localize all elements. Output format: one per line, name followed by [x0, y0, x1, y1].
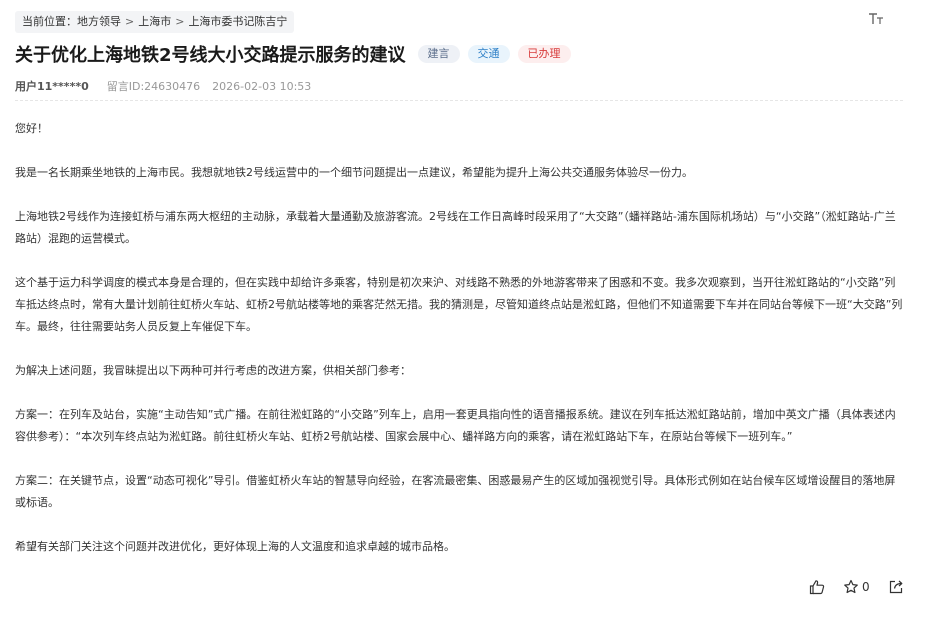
paragraph-proposal-intro: 为解决上述问题，我冒昧提出以下两种可并行考虑的改进方案，供相关部门参考：	[15, 364, 411, 377]
tag-topic: 交通	[467, 45, 510, 63]
breadcrumb-separator: >	[175, 15, 185, 28]
thumbs-up-icon	[809, 579, 825, 595]
divider	[15, 100, 903, 101]
breadcrumb-item-local-leaders[interactable]: 地方领导	[77, 15, 121, 28]
share-button[interactable]	[888, 579, 904, 595]
title-row: 关于优化上海地铁2号线大小交路提示服务的建议 建言 交通 已办理	[15, 40, 579, 68]
star-icon	[843, 579, 859, 595]
page-title: 关于优化上海地铁2号线大小交路提示服务的建议	[15, 45, 406, 66]
paragraph-intro: 我是一名长期乘坐地铁的上海市民。我想就地铁2号线运营中的一个细节问题提出一点建议…	[15, 166, 693, 179]
author-name: 用户11*****0	[15, 80, 89, 93]
post-datetime: 2026-02-03 10:53	[212, 79, 312, 93]
text-size-icon[interactable]	[866, 12, 886, 32]
favorite-button[interactable]: 0	[843, 579, 870, 595]
status-badge: 已办理	[517, 45, 571, 63]
post-actions: 0	[809, 576, 922, 598]
breadcrumb: 当前位置：地方领导 > 上海市 > 上海市委书记陈吉宁	[15, 11, 295, 33]
breadcrumb-prefix: 当前位置：	[22, 15, 77, 28]
paragraph-greeting: 您好！	[15, 122, 48, 135]
breadcrumb-separator: >	[125, 15, 135, 28]
message-id: 留言ID:24630476	[106, 80, 201, 93]
breadcrumb-item-shanghai[interactable]: 上海市	[138, 15, 171, 28]
page: 当前位置：地方领导 > 上海市 > 上海市委书记陈吉宁 关于优化上海地铁2号线大小交路提…	[0, 0, 939, 631]
post-content: 您好！ 我是一名长期乘坐地铁的上海市民。我想就地铁2号线运营中的一个细节问题提出…	[15, 118, 905, 580]
paragraph-closing: 希望有关部门关注这个问题并改进优化，更好体现上海的人文温度和追求卓越的城市品格。	[15, 540, 455, 553]
breadcrumb-item-secretary[interactable]: 上海市委书记陈吉宁	[188, 15, 287, 28]
paragraph-plan-one: 方案一：在列车及站台，实施“主动告知”式广播。在前往淞虹路的“小交路”列车上，启…	[15, 408, 896, 443]
post-meta: 用户11*****0 留言ID:24630476 2026-02-03 10:5…	[15, 78, 311, 94]
paragraph-plan-two: 方案二：在关键节点，设置“动态可视化”导引。借鉴虹桥火车站的智慧导向经验，在客流…	[15, 474, 896, 509]
tag-category: 建言	[417, 45, 460, 63]
paragraph-problem: 这个基于运力科学调度的模式本身是合理的，但在实践中却给许多乘客，特别是初次来沪、…	[15, 276, 903, 333]
share-icon	[888, 579, 904, 595]
like-button[interactable]	[809, 579, 825, 595]
favorite-count: 0	[862, 580, 870, 594]
paragraph-background: 上海地铁2号线作为连接虹桥与浦东两大枢纽的主动脉，承载着大量通勤及旅游客流。2号…	[15, 210, 896, 245]
